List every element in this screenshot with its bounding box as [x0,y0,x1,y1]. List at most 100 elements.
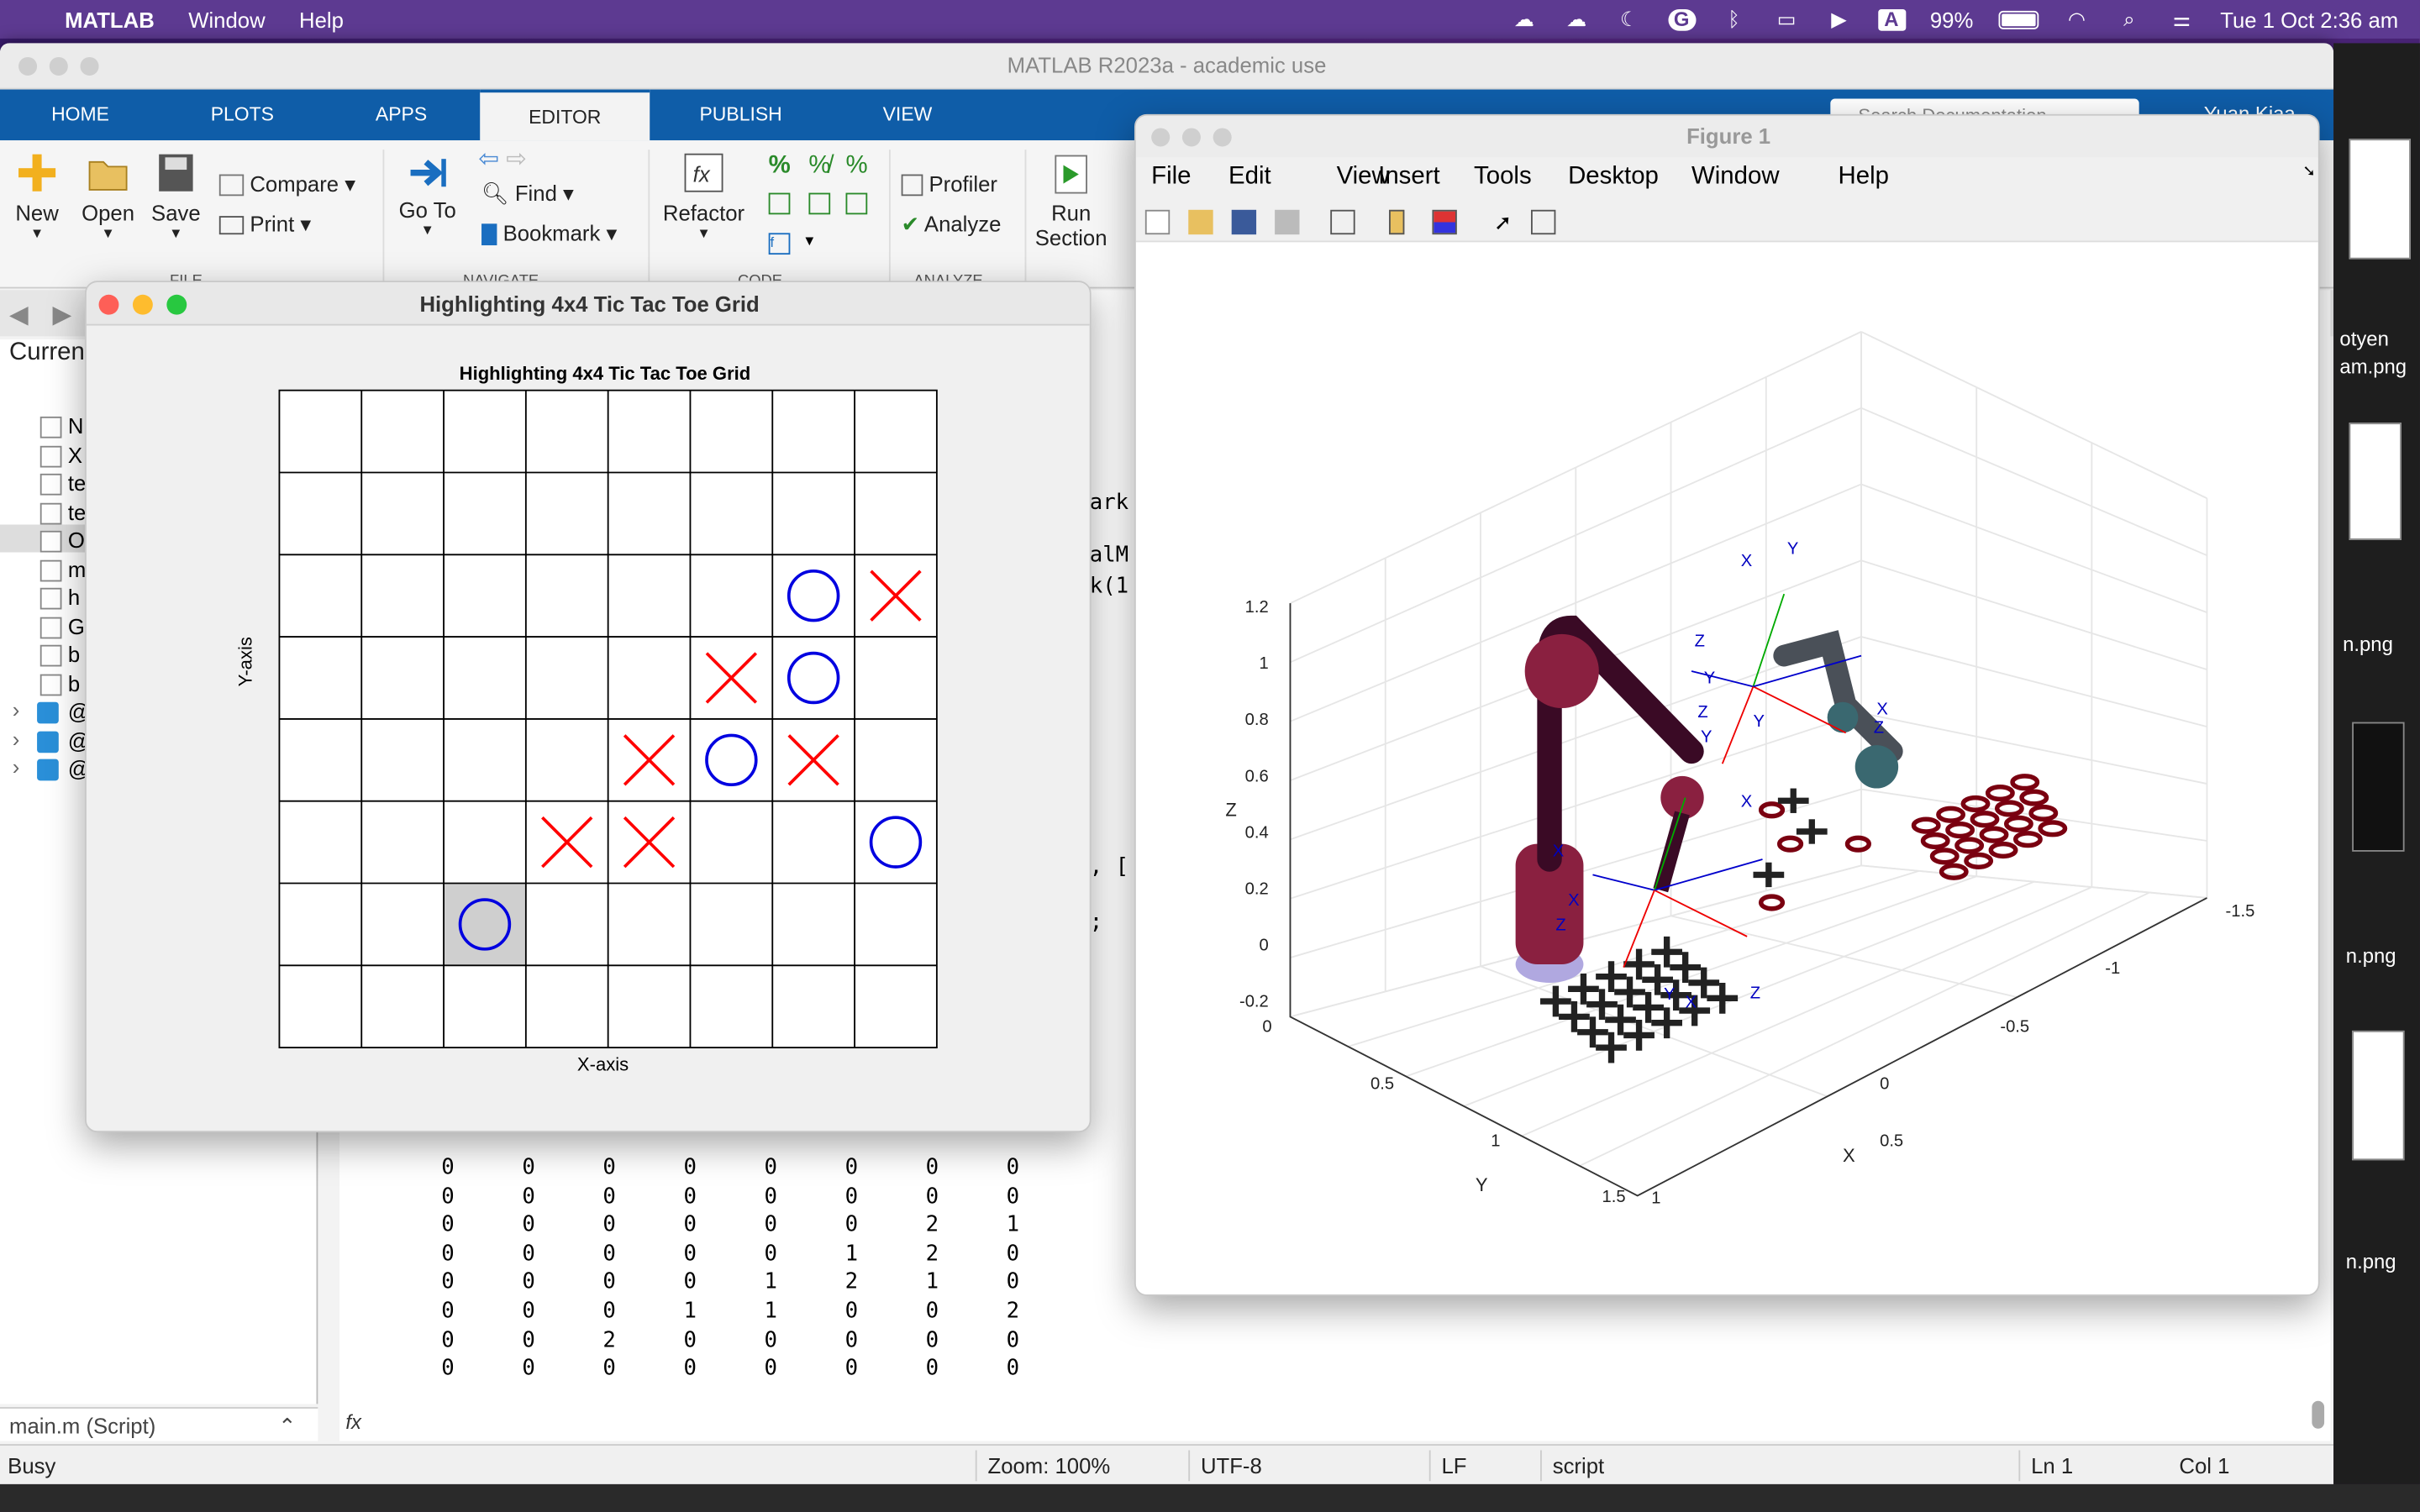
decrease-indent-icon[interactable] [808,192,831,215]
desktop-thumbnail[interactable] [2349,423,2402,540]
expand-chevron-icon[interactable]: › [13,726,20,750]
tab-home[interactable]: HOME [31,90,130,141]
open-button[interactable]: Open ▼ [81,150,136,241]
search-icon[interactable]: ⌕ [2115,8,2143,30]
property-editor-icon[interactable] [1531,209,1556,235]
fig-menu-file[interactable]: File [1151,164,1191,192]
bookmark-button[interactable]: Bookmark ▾ [481,221,617,247]
o-piece [1758,801,1786,819]
cloud-icon[interactable]: ☁ [1510,8,1538,30]
run-section-button[interactable]: Run Section [1034,153,1108,250]
car-icon[interactable]: ▭ [1773,8,1801,30]
minimize-button[interactable] [49,56,68,76]
tab-editor[interactable]: EDITOR [480,89,650,141]
matrix-cell: 0 [602,1212,616,1238]
forward-arrow-icon[interactable]: ▶ [52,299,71,330]
profiler-button[interactable]: Profiler [901,171,997,197]
minimize-button[interactable] [1181,128,1201,147]
wrap-comment-icon[interactable]: % [846,153,868,181]
moon-icon[interactable]: ☾ [1615,8,1643,30]
new-figure-icon[interactable] [1144,209,1171,235]
profiler-icon [901,175,923,197]
close-button[interactable] [1151,128,1171,147]
chevron-up-icon[interactable]: ⌃ [278,1409,297,1442]
matrix-cell: 0 [522,1299,535,1324]
save-figure-icon[interactable] [1231,209,1257,235]
close-button[interactable] [98,294,119,315]
link-icon[interactable] [1330,209,1355,235]
menu-app-matlab[interactable]: MATLAB [65,7,155,31]
colorbar-icon[interactable] [1389,209,1405,235]
desktop-thumbnail[interactable] [2349,139,2411,260]
save-button[interactable]: Save ▼ [151,150,201,241]
print-button[interactable]: Print ▾ [218,212,311,238]
fig-menu-tools[interactable]: Tools [1474,164,1532,192]
robot1-forearm [1653,811,1690,893]
fx-prompt-icon[interactable]: fx [345,1410,361,1434]
menu-help[interactable]: Help [299,7,344,31]
analyze-button[interactable]: ✔ Analyze [902,212,1002,238]
tab-plots[interactable]: PLOTS [193,90,292,141]
desktop-thumbnail[interactable] [2352,1030,2405,1161]
grammarly-icon[interactable]: G [1667,8,1696,30]
minimize-button[interactable] [132,294,153,315]
clock[interactable]: Tue 1 Oct 2:36 am [2220,7,2398,31]
play-icon[interactable]: ▶ [1825,8,1853,30]
figure-canvas[interactable]: 1.2 1 0.8 0.6 0.4 0.2 0 -0.2 Z 0 0.5 1 1.5 Y 1 0.5 0 -0.5… [1135,242,2320,1295]
folder-icon [37,759,59,781]
control-center-icon[interactable]: ⚌ [2168,8,2196,30]
function-icon[interactable]: f [768,233,791,255]
indent-icon[interactable] [768,192,791,215]
desktop-file-label-1[interactable]: otyen [2339,327,2388,350]
tab-view[interactable]: VIEW [865,90,951,141]
increase-indent-icon[interactable] [845,192,868,215]
fig-menu-edit[interactable]: Edit [1228,164,1271,192]
file-details-bar[interactable]: main.m (Script) ⌃ [0,1407,318,1441]
fig-menu-desktop[interactable]: Desktop [1568,164,1659,192]
desktop-file-label-4[interactable]: n.png [2346,944,2396,968]
compare-button[interactable]: Compare ▾ [218,171,355,197]
tab-publish[interactable]: PUBLISH [679,90,802,141]
open-file-icon[interactable] [1188,209,1213,235]
tictactoe-title-bar: Highlighting 4x4 Tic Tac Toe Grid [86,282,1090,326]
desktop-thumbnail[interactable] [2352,722,2405,852]
tab-apps[interactable]: APPS [355,90,447,141]
menu-window[interactable]: Window [188,7,265,31]
zoom-button[interactable] [1213,128,1232,147]
desktop-file-label-2[interactable]: am.png [2339,354,2407,378]
refactor-button[interactable]: fx Refactor ▼ [660,150,747,241]
wifi-icon[interactable]: ◠ [2063,8,2091,30]
find-button[interactable]: 🔍︎ Find ▾ [481,181,574,207]
editor-fragment-4: , [ [1089,854,1129,879]
zoom-button[interactable] [166,294,187,315]
legend-icon[interactable] [1432,209,1457,235]
scrollbar-thumb[interactable] [2312,1400,2325,1429]
desktop-file-label-3[interactable]: n.png [2343,633,2393,656]
robot-3d-axes[interactable]: 1.2 1 0.8 0.6 0.4 0.2 0 -0.2 Z 0 0.5 1 1.5 Y 1 0.5 0 -0.5… [1136,242,2320,1295]
fig-menu-window[interactable]: Window [1691,164,1780,192]
pointer-icon[interactable]: ➚ [1494,210,1518,234]
dock-arrow-icon[interactable]: ➘ [2302,164,2315,181]
file-icon [39,673,62,696]
fig-menu-help[interactable]: Help [1839,164,1889,192]
desktop-file-label-5[interactable]: n.png [2346,1250,2396,1273]
fig-menu-insert[interactable]: Insert [1378,164,1439,192]
cloud-error-icon[interactable]: ☁ [1563,8,1591,30]
expand-chevron-icon[interactable]: › [13,754,20,779]
back-forward-icon[interactable]: ⇦ ⇨ [478,144,526,175]
goto-button[interactable]: Go To ▼ [395,153,460,238]
battery-icon[interactable] [1997,9,2039,29]
uncomment-icon[interactable]: %̸ [808,153,830,181]
z-tick-label: 0.8 [1245,711,1269,729]
expand-chevron-icon[interactable]: › [13,697,20,722]
zoom-button[interactable] [80,56,99,76]
file-icon [39,501,62,524]
tictactoe-grid[interactable] [278,389,939,1049]
new-button[interactable]: New ▼ [13,150,62,241]
bluetooth-icon[interactable]: ᛒ [1720,8,1748,30]
close-button[interactable] [18,56,38,76]
input-source-icon[interactable]: A [1877,8,1906,30]
percent-icon[interactable]: % [769,153,791,181]
print-figure-icon[interactable] [1275,209,1300,235]
back-arrow-icon[interactable]: ◀ [9,299,29,330]
